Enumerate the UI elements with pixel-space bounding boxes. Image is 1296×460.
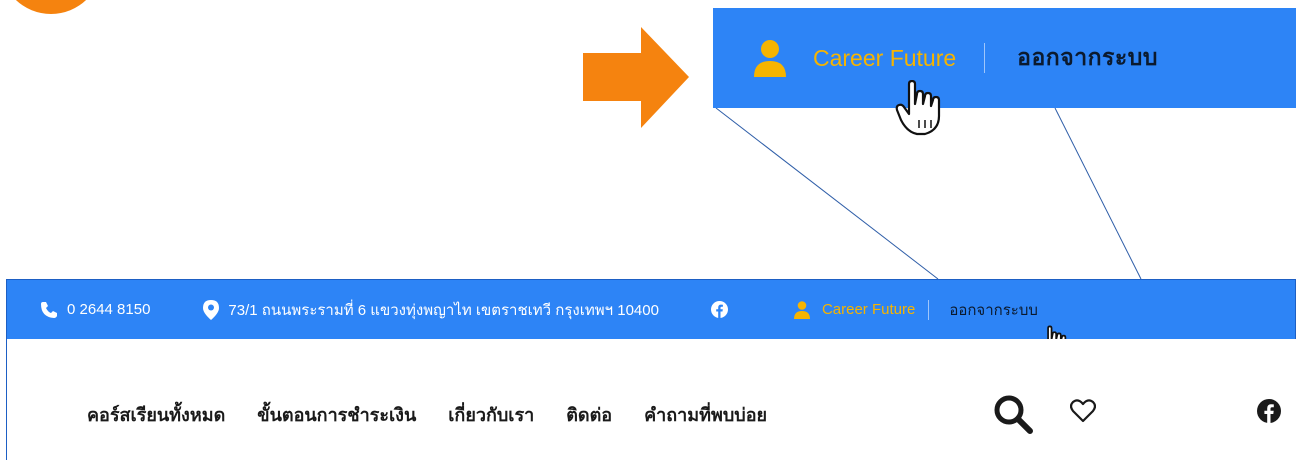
main-navigation: คอร์สเรียนทั้งหมด ขั้นตอนการชำระเงิน เกี…	[6, 339, 1296, 460]
zoom-user-label[interactable]: Career Future	[813, 45, 956, 72]
zoom-logout-link[interactable]: ออกจากระบบ	[1017, 40, 1158, 76]
nav-menu: คอร์สเรียนทั้งหมด ขั้นตอนการชำระเงิน เกี…	[87, 400, 799, 429]
nav-item-faq[interactable]: คำถามที่พบบ่อย	[644, 400, 767, 429]
user-icon	[754, 40, 786, 77]
nav-item-contact[interactable]: ติดต่อ	[566, 400, 612, 429]
search-icon[interactable]	[992, 393, 1034, 435]
map-pin-icon	[203, 299, 220, 320]
step-number-badge	[0, 0, 102, 14]
divider	[928, 299, 930, 320]
user-account-link[interactable]: Career Future	[822, 301, 915, 318]
arrow-right-icon	[583, 27, 689, 128]
nav-item-about-us[interactable]: เกี่ยวกับเรา	[448, 400, 534, 429]
logout-link[interactable]: ออกจากระบบ	[949, 298, 1038, 322]
nav-item-payment-steps[interactable]: ขั้นตอนการชำระเงิน	[257, 400, 416, 429]
hand-cursor-icon	[895, 80, 941, 136]
divider	[984, 43, 986, 73]
top-info-bar: 0 2644 8150 73/1 ถนนพระรามที่ 6 แขวงทุ่ง…	[6, 279, 1296, 339]
user-icon	[793, 300, 810, 319]
zoom-user-link[interactable]: Career Future	[753, 39, 956, 77]
phone-icon	[41, 301, 57, 318]
nav-item-all-courses[interactable]: คอร์สเรียนทั้งหมด	[87, 400, 225, 429]
zoomed-header-callout: Career Future ออกจากระบบ	[713, 8, 1296, 108]
facebook-icon[interactable]	[1257, 399, 1281, 423]
address-text: 73/1 ถนนพระรามที่ 6 แขวงทุ่งพญาไท เขตราช…	[228, 301, 659, 319]
heart-icon[interactable]	[1070, 399, 1096, 423]
phone-number[interactable]: 0 2644 8150	[67, 301, 150, 318]
facebook-icon[interactable]	[710, 301, 728, 318]
